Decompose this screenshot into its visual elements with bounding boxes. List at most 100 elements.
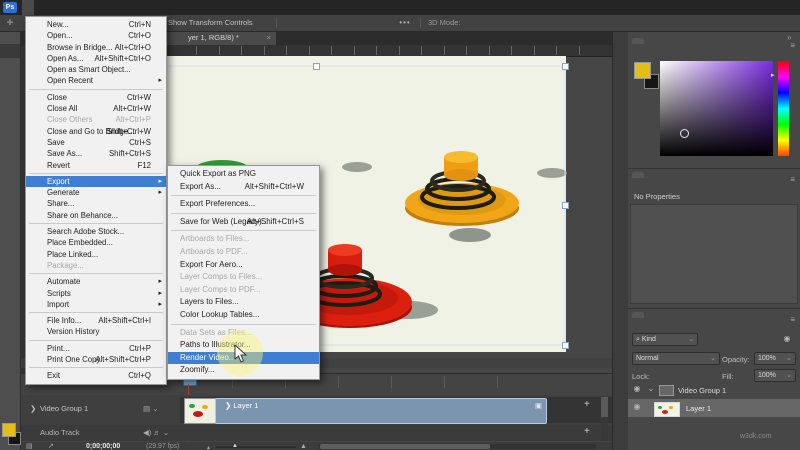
- item-properties[interactable]: [632, 172, 644, 178]
- pen-tool[interactable]: [0, 272, 20, 286]
- tool-preset-icon[interactable]: ✛: [3, 15, 17, 31]
- color-field[interactable]: [660, 61, 773, 156]
- zoom-out-mountain-icon[interactable]: ▲: [206, 444, 211, 450]
- item-new[interactable]: New... Ctrl+N: [26, 19, 166, 30]
- layer-name[interactable]: Layer 1: [686, 404, 711, 413]
- item-image[interactable]: [46, 0, 58, 15]
- crop-tool[interactable]: [0, 105, 20, 119]
- swap-colors-icon[interactable]: [0, 378, 20, 392]
- item-print[interactable]: Print... Ctrl+P: [26, 343, 166, 354]
- marquee-tool[interactable]: [0, 59, 20, 73]
- item-patterns[interactable]: [674, 38, 686, 44]
- timeline-clip[interactable]: ❯ Layer 1 ▣: [215, 398, 547, 424]
- item-filter[interactable]: [94, 0, 106, 15]
- brush-tool[interactable]: [0, 166, 20, 180]
- item-export-preferences[interactable]: Export Preferences...: [168, 198, 319, 211]
- item-view[interactable]: [118, 0, 130, 15]
- item-close-and-go-to-bridge[interactable]: Close and Go to Bridge... Shift+Ctrl+W: [26, 126, 166, 137]
- frame-tool[interactable]: [0, 120, 20, 134]
- type-tool[interactable]: [0, 287, 20, 301]
- item-version-history[interactable]: Version History: [26, 326, 166, 337]
- clip-thumbnail[interactable]: [184, 398, 216, 424]
- item-layer-comps-to-files[interactable]: Layer Comps to Files...: [168, 271, 319, 284]
- item-export-as[interactable]: Export As... Alt+Shift+Ctrl+W: [168, 181, 319, 194]
- audio-track-label[interactable]: Audio Track: [40, 428, 80, 437]
- item-open-as[interactable]: Open As... Alt+Shift+Ctrl+O: [26, 53, 166, 64]
- item-scripts[interactable]: Scripts ▸: [26, 288, 166, 299]
- scrollbar-thumb[interactable]: [601, 397, 608, 417]
- add-audio-track-button[interactable]: +: [584, 426, 590, 437]
- color-field-cursor[interactable]: [680, 129, 689, 138]
- item-adjustments[interactable]: [646, 172, 658, 178]
- item-save[interactable]: Save Ctrl+S: [26, 137, 166, 148]
- layer-row-selected[interactable]: ◉ Layer 1: [628, 399, 800, 417]
- item-save-for-web-legacy[interactable]: Save for Web (Legacy)... Alt+Shift+Ctrl+…: [168, 216, 319, 229]
- clone-stamp-tool[interactable]: [0, 181, 20, 195]
- item-libraries[interactable]: [660, 172, 672, 178]
- video-group-name[interactable]: Video Group 1: [678, 386, 726, 395]
- item-render-video[interactable]: Render Video...: [168, 351, 319, 365]
- item-automate[interactable]: Automate ▸: [26, 276, 166, 287]
- video-track-label[interactable]: Video Group 1: [40, 404, 88, 413]
- item-import[interactable]: Import ▸: [26, 299, 166, 310]
- foreground-color-swatch[interactable]: [634, 62, 651, 79]
- item-export-for-aero[interactable]: Export For Aero...: [168, 259, 319, 272]
- history-brush-tool[interactable]: [0, 196, 20, 210]
- hue-slider[interactable]: [778, 61, 789, 156]
- audio-select-icon[interactable]: ◀) ♬ ⌄: [143, 428, 169, 437]
- panel-menu-icon[interactable]: ≡: [790, 175, 795, 184]
- item-layers[interactable]: [632, 312, 644, 318]
- move-tool[interactable]: [0, 44, 20, 58]
- item-channels[interactable]: [646, 312, 658, 318]
- item-close-all[interactable]: Close All Alt+Ctrl+W: [26, 103, 166, 114]
- item-help[interactable]: [142, 0, 154, 15]
- item-save-as[interactable]: Save As... Shift+Ctrl+S: [26, 148, 166, 159]
- transform-handle[interactable]: [313, 63, 320, 70]
- timeline-vertical-scrollbar[interactable]: [601, 397, 608, 441]
- item-place-embedded[interactable]: Place Embedded...: [26, 237, 166, 248]
- item-layers-to-files[interactable]: Layers to Files...: [168, 296, 319, 309]
- fill-select[interactable]: 100% ⌄: [754, 369, 796, 382]
- gradient-tool[interactable]: [0, 226, 20, 240]
- hue-slider-arrow[interactable]: ▸: [771, 71, 775, 79]
- quick-selection-tool[interactable]: [0, 90, 20, 104]
- item-3d[interactable]: [106, 0, 118, 15]
- item-print-one-copy[interactable]: Print One Copy Alt+Shift+Ctrl+P: [26, 354, 166, 365]
- item-browse-in-bridge[interactable]: Browse in Bridge... Alt+Ctrl+O: [26, 42, 166, 53]
- transform-handle[interactable]: [562, 202, 569, 209]
- item-data-sets-as-files[interactable]: Data Sets as Files...: [168, 327, 319, 340]
- item-window[interactable]: [130, 0, 142, 15]
- item-revert[interactable]: Revert F12: [26, 160, 166, 171]
- eyedropper-tool[interactable]: [0, 135, 20, 149]
- item-paths[interactable]: [660, 312, 672, 318]
- item-place-linked[interactable]: Place Linked...: [26, 249, 166, 260]
- item-layer-comps-to-pdf[interactable]: Layer Comps to PDF...: [168, 284, 319, 297]
- item-type[interactable]: [70, 0, 82, 15]
- item-layer[interactable]: [58, 0, 70, 15]
- visibility-eye-icon[interactable]: ◉: [630, 384, 644, 393]
- item-package[interactable]: Package...: [26, 260, 166, 271]
- chevron-down-icon[interactable]: ⌄: [644, 384, 658, 393]
- visibility-eye-icon[interactable]: ◉: [630, 402, 644, 411]
- layer-filter-select[interactable]: ⌕ Kind ⌄: [632, 333, 698, 346]
- item-generate[interactable]: Generate ▸: [26, 187, 166, 198]
- item-color[interactable]: [632, 38, 644, 44]
- more-options-icon[interactable]: •••: [398, 15, 412, 31]
- item-close-others[interactable]: Close Others Alt+Ctrl+P: [26, 114, 166, 125]
- scrollbar-thumb[interactable]: [320, 444, 490, 449]
- zoom-in-mountain-icon[interactable]: ▲: [300, 442, 307, 450]
- item-color-lookup-tables[interactable]: Color Lookup Tables...: [168, 309, 319, 322]
- add-video-track-button[interactable]: +: [584, 399, 590, 410]
- layer-thumbnail[interactable]: [654, 402, 680, 417]
- zoom-tool[interactable]: [0, 348, 20, 362]
- item-file[interactable]: [22, 0, 34, 15]
- item-artboards-to-files[interactable]: Artboards to Files...: [168, 233, 319, 246]
- healing-brush-tool[interactable]: [0, 150, 20, 164]
- item-zoomify[interactable]: Zoomify...: [168, 364, 319, 377]
- tab-close-icon[interactable]: ×: [267, 31, 271, 45]
- foreground-color-swatch[interactable]: [2, 423, 16, 437]
- item-file-info[interactable]: File Info... Alt+Shift+Ctrl+I: [26, 315, 166, 326]
- item-exit[interactable]: Exit Ctrl+Q: [26, 370, 166, 381]
- film-select-icon[interactable]: ▤ ⌄: [143, 404, 158, 413]
- path-select-tool[interactable]: [0, 302, 20, 316]
